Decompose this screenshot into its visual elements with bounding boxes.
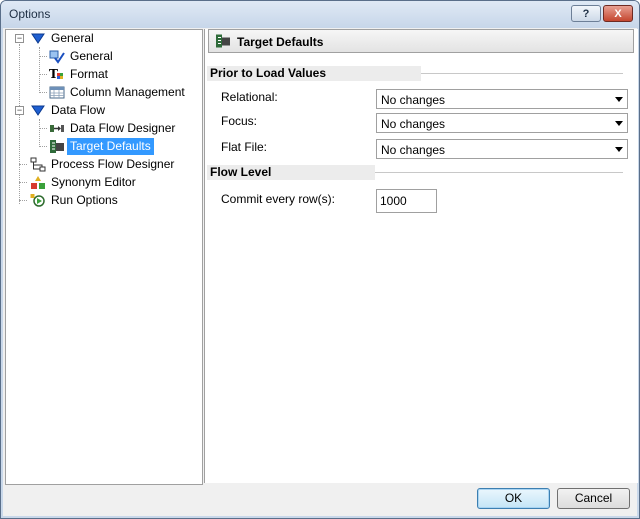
tree-label: Run Options [51, 193, 118, 207]
tree-label: General [70, 49, 113, 63]
panel-title: Target Defaults [237, 35, 324, 49]
options-dialog: Options ? X − General General T Format C… [0, 0, 640, 519]
dialog-body: − General General T Format Column Manage… [3, 28, 638, 516]
tree-label: Column Management [70, 85, 185, 99]
tree-connector [19, 200, 27, 201]
flat-file-select[interactable]: No changes [376, 139, 628, 159]
help-button[interactable]: ? [571, 5, 601, 22]
svg-text:T: T [49, 67, 58, 81]
section-prior-to-load: Prior to Load Values [207, 66, 421, 81]
tree-item-data-flow[interactable]: Data Flow [30, 102, 108, 119]
chevron-down-icon [615, 147, 623, 152]
tree-label: General [51, 31, 94, 45]
section-flow-level: Flow Level [207, 165, 375, 180]
cancel-button[interactable]: Cancel [557, 488, 630, 509]
text-format-icon: T [49, 67, 63, 81]
tree-connector [39, 47, 40, 93]
section-divider [375, 172, 623, 173]
tree-label: Data Flow [51, 103, 106, 117]
tree-item-target-defaults[interactable]: Target Defaults [49, 138, 154, 155]
commit-label: Commit every row(s): [221, 192, 336, 206]
tree-item-run-options[interactable]: Run Options [30, 192, 121, 209]
commit-rows-input[interactable]: 1000 [376, 189, 437, 213]
tree-label: Process Flow Designer [51, 157, 175, 171]
tree-connector [19, 182, 27, 183]
tree-connector [39, 56, 47, 57]
focus-label: Focus: [221, 114, 258, 128]
focus-select[interactable]: No changes [376, 113, 628, 133]
tree-connector [39, 146, 47, 147]
process-flow-icon [30, 157, 46, 172]
tree-item-data-flow-designer[interactable]: Data Flow Designer [49, 120, 178, 137]
tree-label: Synonym Editor [51, 175, 136, 189]
tree-connector [39, 74, 47, 75]
panel-header: Target Defaults [208, 29, 634, 53]
window-title: Options [9, 7, 51, 21]
chevron-down-icon [615, 97, 623, 102]
ok-button[interactable]: OK [477, 488, 550, 509]
table-columns-icon [49, 86, 65, 99]
flat-file-value: No changes [381, 143, 446, 157]
tree-item-process-flow-designer[interactable]: Process Flow Designer [30, 156, 177, 173]
target-defaults-icon [216, 34, 230, 48]
relational-label: Relational: [221, 90, 278, 104]
collapse-general-icon[interactable]: − [15, 34, 24, 43]
funnel-icon [31, 33, 45, 44]
data-flow-icon [50, 125, 64, 132]
tree-connector [39, 119, 40, 147]
focus-value: No changes [381, 117, 446, 131]
synonym-icon [31, 176, 45, 189]
funnel-icon [31, 105, 45, 116]
tree-label: Format [70, 67, 109, 81]
tree-item-column-management[interactable]: Column Management [49, 84, 188, 101]
relational-value: No changes [381, 93, 446, 107]
collapse-dataflow-icon[interactable]: − [15, 106, 24, 115]
tree-connector [19, 44, 20, 204]
tree-label: Data Flow Designer [70, 121, 176, 135]
settings-check-icon [49, 50, 65, 64]
chevron-down-icon [615, 121, 623, 126]
tree-connector [39, 128, 47, 129]
run-options-icon [30, 194, 45, 207]
section-divider [421, 73, 623, 74]
relational-select[interactable]: No changes [376, 89, 628, 109]
flat-file-label: Flat File: [221, 140, 268, 154]
tree-connector [39, 92, 47, 93]
tree-item-format[interactable]: T Format [49, 66, 111, 83]
options-tree: − General General T Format Column Manage… [5, 29, 203, 485]
tree-item-synonym-editor[interactable]: Synonym Editor [30, 174, 139, 191]
tree-item-general[interactable]: General [30, 30, 97, 47]
tree-label: Target Defaults [67, 138, 154, 155]
close-button[interactable]: X [603, 5, 633, 22]
tree-connector [19, 164, 27, 165]
target-defaults-icon [50, 140, 64, 153]
title-bar[interactable]: Options ? X [1, 1, 639, 28]
tree-item-general-general[interactable]: General [49, 48, 116, 65]
